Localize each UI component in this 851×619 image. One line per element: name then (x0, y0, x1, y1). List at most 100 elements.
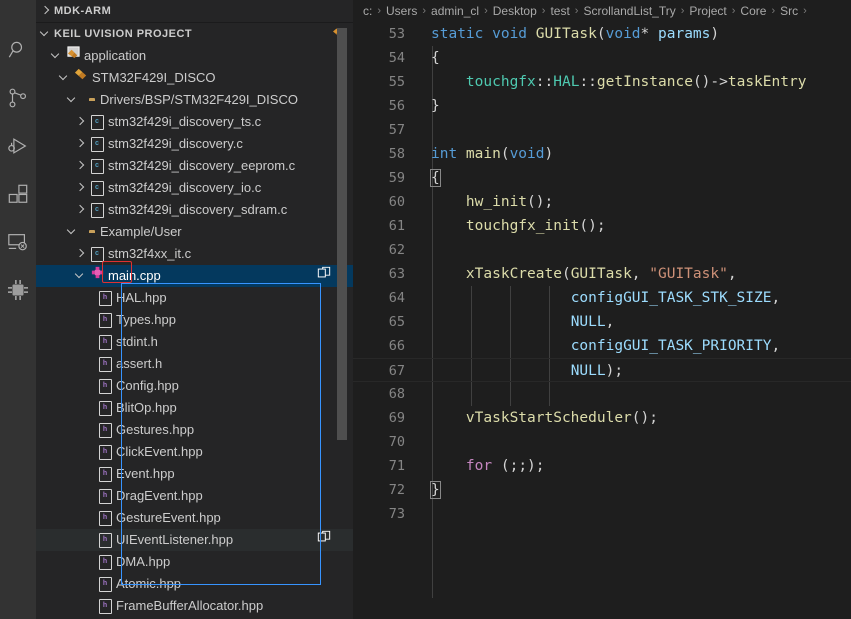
file-type-icon (72, 67, 90, 89)
breadcrumb-item[interactable]: c: (363, 0, 372, 22)
chevron-down-icon[interactable] (48, 51, 64, 61)
row-action[interactable] (317, 265, 331, 287)
code-line[interactable]: 61 touchgfx_init(); (353, 214, 851, 238)
code-line[interactable]: 65 NULL, (353, 310, 851, 334)
tree-item-label: Types.hpp (116, 309, 176, 331)
code-line[interactable]: 71 for (;;); (353, 454, 851, 478)
tree-item-dragevent-hpp[interactable]: hDragEvent.hpp (36, 485, 353, 507)
code-line[interactable]: 55 touchgfx::HAL::getInstance()->taskEnt… (353, 70, 851, 94)
code-content[interactable]: 53static void GUITask(void* params)54{55… (353, 22, 851, 526)
chevron-right-icon[interactable] (72, 117, 88, 127)
tree-item-label: UIEventListener.hpp (116, 529, 233, 551)
code-line[interactable]: 70 (353, 430, 851, 454)
tree-item-stm32f429i-discovery-sdram-c[interactable]: cstm32f429i_discovery_sdram.c (36, 199, 353, 221)
chevron-right-icon[interactable] (72, 183, 88, 193)
code-text: vTaskStartScheduler(); (431, 406, 658, 430)
chevron-down-icon[interactable] (64, 227, 80, 237)
tree-item-main-cpp[interactable]: main.cpp (36, 265, 353, 287)
code-line[interactable]: 57 (353, 118, 851, 142)
code-line[interactable]: 60 hw_init(); (353, 190, 851, 214)
activity-item-source-control[interactable] (0, 74, 36, 122)
activity-item-run-and-debug[interactable] (0, 122, 36, 170)
file-type-icon: c (88, 137, 106, 152)
tree-item-event-hpp[interactable]: hEvent.hpp (36, 463, 353, 485)
code-line[interactable]: 69 vTaskStartScheduler(); (353, 406, 851, 430)
code-line[interactable]: 66 configGUI_TASK_PRIORITY, (353, 334, 851, 358)
chevron-down-icon[interactable] (64, 95, 80, 105)
breadcrumb-item[interactable]: test (550, 0, 569, 22)
tree-item-stm32f429i-discovery-ts-c[interactable]: cstm32f429i_discovery_ts.c (36, 111, 353, 133)
code-line[interactable]: 59{ (353, 166, 851, 190)
project-tree: applicationSTM32F429I_DISCODrivers/BSP/S… (36, 45, 353, 617)
code-text: NULL); (431, 359, 623, 383)
breadcrumb-item[interactable]: Src (780, 0, 798, 22)
tree-item-blitop-hpp[interactable]: hBlitOp.hpp (36, 397, 353, 419)
tree-item-atomic-hpp[interactable]: hAtomic.hpp (36, 573, 353, 595)
tree-item-drivers-bsp-stm32f429i-disco[interactable]: Drivers/BSP/STM32F429I_DISCO (36, 89, 353, 111)
tree-item-clickevent-hpp[interactable]: hClickEvent.hpp (36, 441, 353, 463)
file-type-icon: c (88, 203, 106, 218)
tree-item-example-user[interactable]: Example/User (36, 221, 353, 243)
code-line[interactable]: 54{ (353, 46, 851, 70)
activity-item-stm32-cube[interactable] (0, 266, 36, 314)
breadcrumb-item[interactable]: Desktop (493, 0, 537, 22)
breadcrumb-item[interactable]: ScrollandList_Try (583, 0, 675, 22)
activity-item-extensions[interactable] (0, 170, 36, 218)
code-line[interactable]: 72} (353, 478, 851, 502)
row-action[interactable] (317, 529, 331, 551)
chevron-down-icon[interactable] (56, 73, 72, 83)
code-line[interactable]: 64 configGUI_TASK_STK_SIZE, (353, 286, 851, 310)
tree-item-stm32f429i-discovery-eeprom-c[interactable]: cstm32f429i_discovery_eeprom.c (36, 155, 353, 177)
code-line[interactable]: 56} (353, 94, 851, 118)
chevron-right-icon[interactable] (72, 249, 88, 259)
code-line[interactable]: 73 (353, 502, 851, 526)
run-debug-icon (7, 135, 29, 157)
open-to-side-icon[interactable] (317, 529, 331, 551)
breadcrumb-item[interactable]: Users (386, 0, 417, 22)
tree-item-application[interactable]: application (36, 45, 353, 67)
code-line[interactable]: 68 (353, 382, 851, 406)
tree-item-framebufferallocator-hpp[interactable]: hFrameBufferAllocator.hpp (36, 595, 353, 617)
h-file-icon: h (99, 489, 112, 504)
code-text: static void GUITask(void* params) (431, 22, 719, 46)
tree-item-stm32f429i-discovery-io-c[interactable]: cstm32f429i_discovery_io.c (36, 177, 353, 199)
file-type-icon: c (88, 181, 106, 196)
line-number: 72 (353, 478, 405, 502)
tree-item-assert-h[interactable]: hassert.h (36, 353, 353, 375)
code-line[interactable]: 62 (353, 238, 851, 262)
code-line[interactable]: 53static void GUITask(void* params) (353, 22, 851, 46)
tree-item-stm32f4xx-it-c[interactable]: cstm32f4xx_it.c (36, 243, 353, 265)
code-line[interactable]: 67 NULL); (353, 358, 851, 382)
activity-item-remote-explorer[interactable] (0, 218, 36, 266)
tree-item-config-hpp[interactable]: hConfig.hpp (36, 375, 353, 397)
chevron-right-icon[interactable] (72, 205, 88, 215)
tree-item-gestureevent-hpp[interactable]: hGestureEvent.hpp (36, 507, 353, 529)
tree-item-label: stm32f4xx_it.c (108, 243, 191, 265)
breadcrumb-item[interactable]: Core (740, 0, 766, 22)
tree-item-label: stm32f429i_discovery_io.c (108, 177, 261, 199)
h-file-icon: h (99, 533, 112, 548)
code-token: :: (536, 74, 553, 90)
breadcrumb-item[interactable]: admin_cl (431, 0, 479, 22)
chevron-right-icon[interactable] (72, 161, 88, 171)
chevron-down-icon[interactable] (72, 271, 88, 281)
tree-item-types-hpp[interactable]: hTypes.hpp (36, 309, 353, 331)
pane-header-keil-uvision-project[interactable]: KEIL UVISION PROJECT (36, 23, 353, 45)
tree-item-stm32f429i-disco[interactable]: STM32F429I_DISCO (36, 67, 353, 89)
tree-item-dma-hpp[interactable]: hDMA.hpp (36, 551, 353, 573)
sidebar-scrollbar[interactable] (337, 28, 347, 440)
breadcrumb-item[interactable]: Project (689, 0, 726, 22)
code-line[interactable]: 58int main(void) (353, 142, 851, 166)
tree-item-gestures-hpp[interactable]: hGestures.hpp (36, 419, 353, 441)
activity-item-search[interactable] (0, 26, 36, 74)
tree-item-stm32f429i-discovery-c[interactable]: cstm32f429i_discovery.c (36, 133, 353, 155)
chevron-right-icon[interactable] (72, 139, 88, 149)
tree-item-stdint-h[interactable]: hstdint.h (36, 331, 353, 353)
tree-item-hal-hpp[interactable]: hHAL.hpp (36, 287, 353, 309)
open-to-side-icon[interactable] (317, 265, 331, 287)
pane-header-mdk-arm[interactable]: MDK-ARM (36, 0, 353, 23)
tree-item-uieventlistener-hpp[interactable]: h UIEventListener.hpp (36, 529, 353, 551)
code-line[interactable]: 63 xTaskCreate(GUITask, "GUITask", (353, 262, 851, 286)
breadcrumb-separator-icon: › (575, 0, 579, 22)
breadcrumb[interactable]: c:›Users›admin_cl›Desktop›test›Scrolland… (353, 0, 851, 22)
